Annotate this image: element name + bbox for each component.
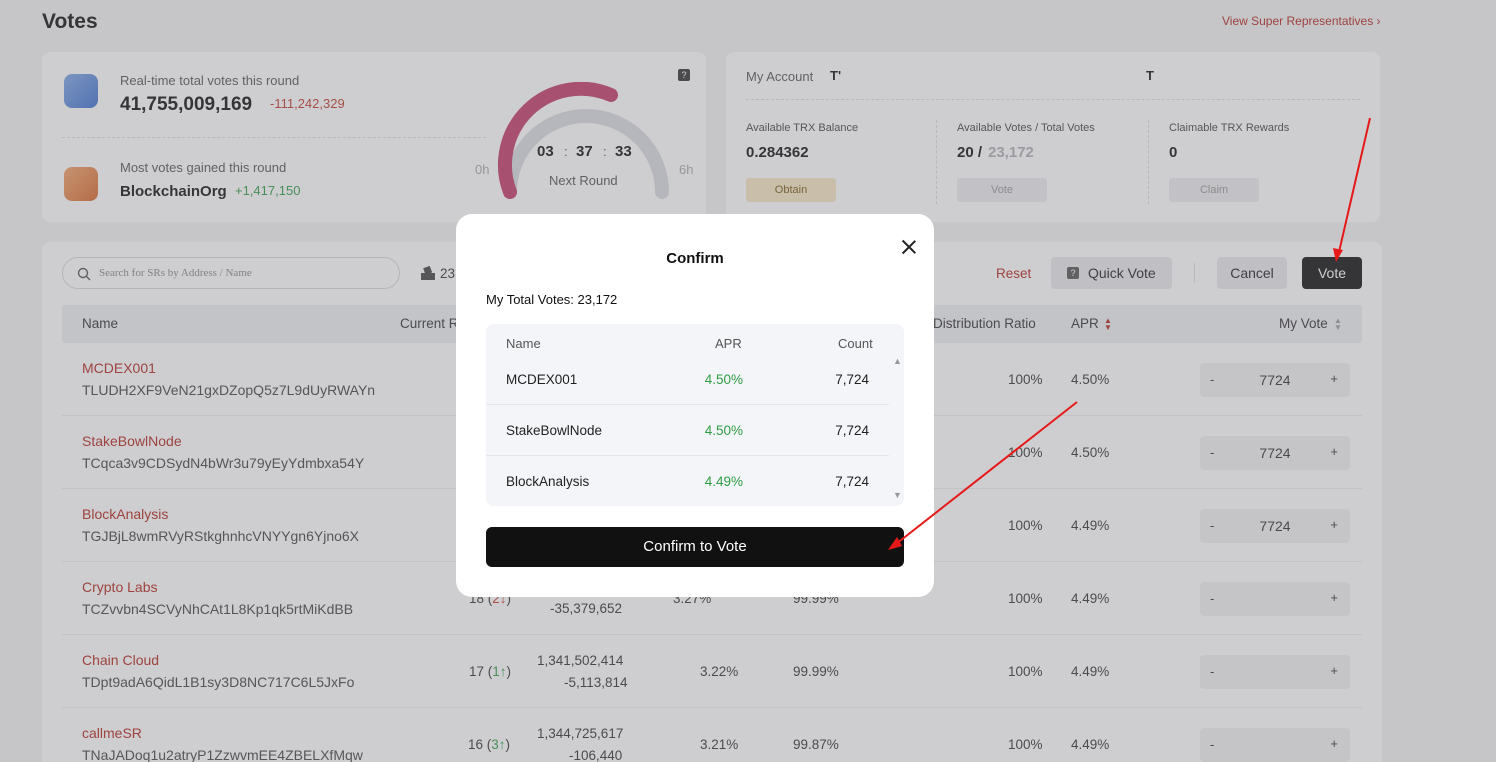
confirm-to-vote-button[interactable]: Confirm to Vote [486,527,904,567]
dialog-title: Confirm [666,250,724,267]
table-row: MCDEX001 4.50% 7,724 [486,354,889,405]
confirm-dialog: Confirm My Total Votes: 23,172 Name APR … [456,214,934,597]
col-name: Name [506,336,541,351]
apr-value: 4.49% [704,474,743,489]
vote-count: 7,724 [835,474,869,489]
close-icon[interactable] [900,238,918,256]
sr-name: MCDEX001 [506,372,578,387]
apr-value: 4.50% [704,372,743,387]
vote-count: 7,724 [835,372,869,387]
vote-count: 7,724 [835,423,869,438]
my-total-votes: My Total Votes: 23,172 [486,292,618,307]
col-count: Count [838,336,873,351]
votes-page: Votes View Super Representatives › Real-… [0,0,1496,762]
table-row: StakeBowlNode 4.50% 7,724 [486,405,889,456]
sr-name: BlockAnalysis [506,474,590,489]
scroll-up-icon[interactable]: ▲ [893,356,902,366]
sr-name: StakeBowlNode [506,423,603,438]
scrollbar[interactable]: ▲ ▼ [889,352,904,506]
col-apr: APR [715,336,742,351]
table-row: BlockAnalysis 4.49% 7,724 [486,456,889,506]
apr-value: 4.50% [704,423,743,438]
vote-summary-table: Name APR Count MCDEX001 4.50% 7,724 Stak… [486,324,904,506]
scroll-down-icon[interactable]: ▼ [893,490,902,500]
